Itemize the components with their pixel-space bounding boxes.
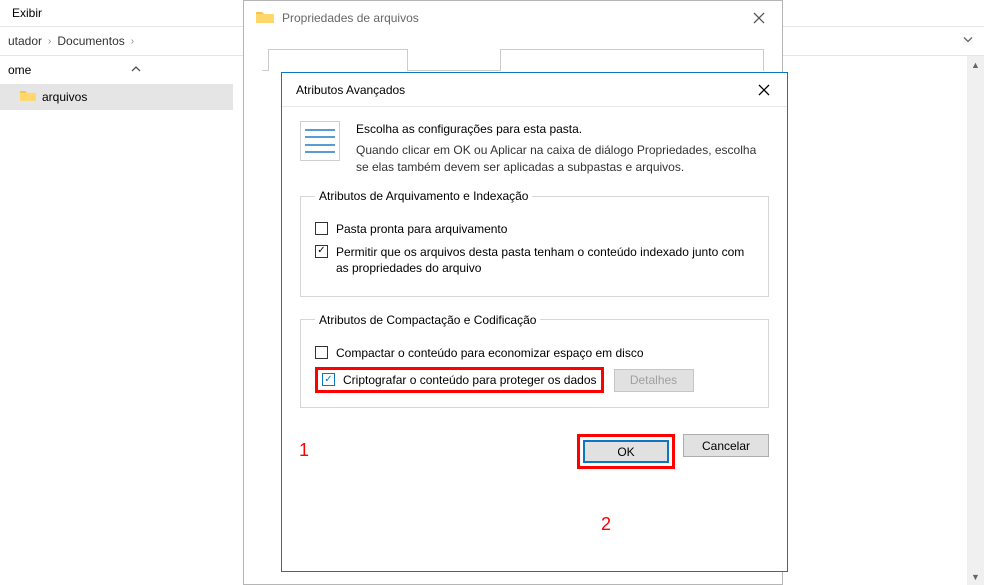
breadcrumb-item-1[interactable]: utador xyxy=(8,34,42,48)
annotation-number-2: 2 xyxy=(601,514,611,535)
sidebar: arquivos xyxy=(0,84,233,110)
checkbox-row-archive[interactable]: Pasta pronta para arquivamento xyxy=(315,221,754,237)
intro-row: Escolha as configurações para esta pasta… xyxy=(300,121,769,175)
properties-titlebar[interactable]: Propriedades de arquivos xyxy=(244,1,782,35)
annotation-highlight-1: Criptografar o conteúdo para proteger os… xyxy=(315,367,604,393)
nav-row: ome xyxy=(0,56,150,84)
breadcrumb[interactable]: utador › Documentos › xyxy=(8,34,134,48)
group-compress-legend: Atributos de Compactação e Codificação xyxy=(315,313,540,327)
checkbox-row-compress[interactable]: Compactar o conteúdo para economizar esp… xyxy=(315,345,754,361)
checkbox-row-encrypt[interactable]: Criptografar o conteúdo para proteger os… xyxy=(322,372,597,388)
advanced-titlebar[interactable]: Atributos Avançados xyxy=(282,73,787,107)
checkbox-archive[interactable] xyxy=(315,222,328,235)
checkbox-compress[interactable] xyxy=(315,346,328,359)
tab-ghost-2[interactable] xyxy=(500,49,764,71)
checkbox-index-label: Permitir que os arquivos desta pasta ten… xyxy=(336,244,754,276)
checkbox-index[interactable] xyxy=(315,245,328,258)
scroll-up-icon[interactable]: ▲ xyxy=(967,56,984,73)
close-icon xyxy=(753,12,765,24)
menu-view[interactable]: Exibir xyxy=(12,6,42,20)
intro-title: Escolha as configurações para esta pasta… xyxy=(356,121,769,138)
breadcrumb-dropdown-icon[interactable] xyxy=(962,34,974,49)
advanced-body: Escolha as configurações para esta pasta… xyxy=(282,107,787,485)
group-archive-legend: Atributos de Arquivamento e Indexação xyxy=(315,189,532,203)
group-compress-encode: Atributos de Compactação e Codificação C… xyxy=(300,313,769,408)
details-button: Detalhes xyxy=(614,369,694,392)
breadcrumb-item-2[interactable]: Documentos xyxy=(57,34,124,48)
folder-icon xyxy=(256,10,274,27)
encrypt-row: Criptografar o conteúdo para proteger os… xyxy=(315,367,754,393)
properties-tabs xyxy=(262,45,764,71)
folder-icon xyxy=(20,89,36,105)
intro-desc: Quando clicar em OK ou Aplicar na caixa … xyxy=(356,142,769,176)
chevron-up-icon[interactable] xyxy=(130,63,142,78)
sidebar-item-label: arquivos xyxy=(42,90,87,104)
chevron-right-icon: › xyxy=(131,36,134,47)
checkbox-compress-label: Compactar o conteúdo para economizar esp… xyxy=(336,345,644,361)
intro-text: Escolha as configurações para esta pasta… xyxy=(356,121,769,175)
scrollbar-vertical[interactable]: ▲ ▼ xyxy=(967,56,984,585)
ok-button[interactable]: OK xyxy=(583,440,669,463)
group-archive-index: Atributos de Arquivamento e Indexação Pa… xyxy=(300,189,769,297)
nav-label[interactable]: ome xyxy=(8,63,31,77)
annotation-number-1: 1 xyxy=(299,440,309,461)
tab-ghost-1[interactable] xyxy=(268,49,408,71)
close-button[interactable] xyxy=(741,73,787,107)
advanced-title: Atributos Avançados xyxy=(296,83,405,97)
close-icon xyxy=(758,84,770,96)
checkbox-archive-label: Pasta pronta para arquivamento xyxy=(336,221,507,237)
dialog-buttons: OK Cancelar xyxy=(300,434,769,469)
checkbox-encrypt[interactable] xyxy=(322,373,335,386)
close-button[interactable] xyxy=(736,1,782,35)
properties-title: Propriedades de arquivos xyxy=(282,11,419,25)
attributes-icon xyxy=(300,121,340,161)
checkbox-encrypt-label: Criptografar o conteúdo para proteger os… xyxy=(343,372,597,388)
checkbox-row-index[interactable]: Permitir que os arquivos desta pasta ten… xyxy=(315,244,754,276)
annotation-highlight-2: OK xyxy=(577,434,675,469)
cancel-button[interactable]: Cancelar xyxy=(683,434,769,457)
advanced-attributes-dialog: Atributos Avançados Escolha as configura… xyxy=(281,72,788,572)
sidebar-item-arquivos[interactable]: arquivos xyxy=(0,84,233,110)
scroll-down-icon[interactable]: ▼ xyxy=(967,568,984,585)
chevron-right-icon: › xyxy=(48,36,51,47)
